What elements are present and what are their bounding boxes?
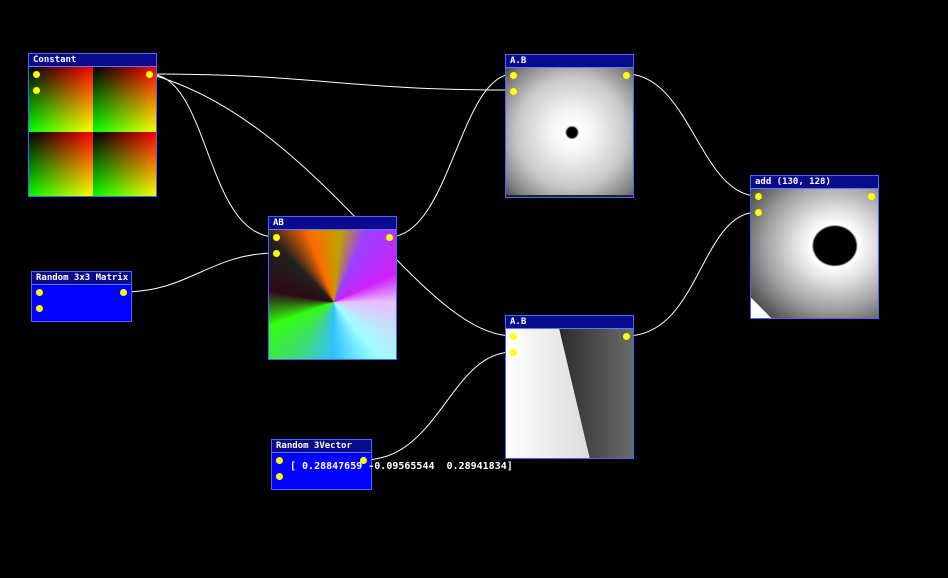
wire-constant-to-ab-mid: [148, 73, 277, 238]
input-port[interactable]: [276, 457, 283, 464]
output-port[interactable]: [868, 193, 875, 200]
input-port[interactable]: [276, 473, 283, 480]
node-title[interactable]: A.B: [506, 316, 633, 329]
node-title[interactable]: add (130, 128): [751, 176, 878, 189]
output-port[interactable]: [623, 72, 630, 79]
wire-ab-bottom-to-add: [625, 211, 759, 337]
ab-top-node[interactable]: A.B: [505, 54, 634, 198]
node-body: [32, 285, 131, 321]
node-title[interactable]: A.B: [506, 55, 633, 68]
input-port[interactable]: [510, 333, 517, 340]
ab-mid-preview: [269, 230, 396, 359]
ab-bottom-preview: [506, 329, 633, 458]
input-port[interactable]: [33, 71, 40, 78]
wire-vector-to-ab-bottom: [362, 351, 514, 461]
node-title[interactable]: Random 3Vector: [272, 440, 371, 453]
wire-ab-top-to-add: [625, 73, 759, 197]
output-port[interactable]: [623, 333, 630, 340]
input-port[interactable]: [36, 289, 43, 296]
input-port[interactable]: [755, 193, 762, 200]
input-port[interactable]: [510, 72, 517, 79]
wire-matrix-to-ab-mid: [122, 252, 277, 293]
input-port[interactable]: [33, 87, 40, 94]
wire-constant-to-ab-top: [148, 73, 514, 91]
node-title[interactable]: Constant: [29, 54, 156, 67]
wire-ab-mid-to-ab-top: [388, 73, 514, 238]
node-title[interactable]: Random 3x3 Matrix: [32, 272, 131, 285]
output-port[interactable]: [120, 289, 127, 296]
ab-bottom-node[interactable]: A.B: [505, 315, 634, 459]
constant-node[interactable]: Constant: [28, 53, 157, 197]
add-preview: [751, 189, 878, 318]
output-port[interactable]: [146, 71, 153, 78]
vector-value-readout: [ 0.28847659 -0.09565544 0.28941834]: [290, 461, 513, 472]
random-matrix-node[interactable]: Random 3x3 Matrix: [31, 271, 132, 322]
node-title[interactable]: AB: [269, 217, 396, 230]
input-port[interactable]: [36, 305, 43, 312]
input-port[interactable]: [273, 250, 280, 257]
input-port[interactable]: [755, 209, 762, 216]
ab-top-preview: [506, 68, 633, 197]
ab-mid-node[interactable]: AB: [268, 216, 397, 360]
add-node[interactable]: add (130, 128): [750, 175, 879, 319]
constant-preview: [29, 67, 156, 196]
input-port[interactable]: [510, 88, 517, 95]
output-port[interactable]: [386, 234, 393, 241]
input-port[interactable]: [273, 234, 280, 241]
input-port[interactable]: [510, 349, 517, 356]
